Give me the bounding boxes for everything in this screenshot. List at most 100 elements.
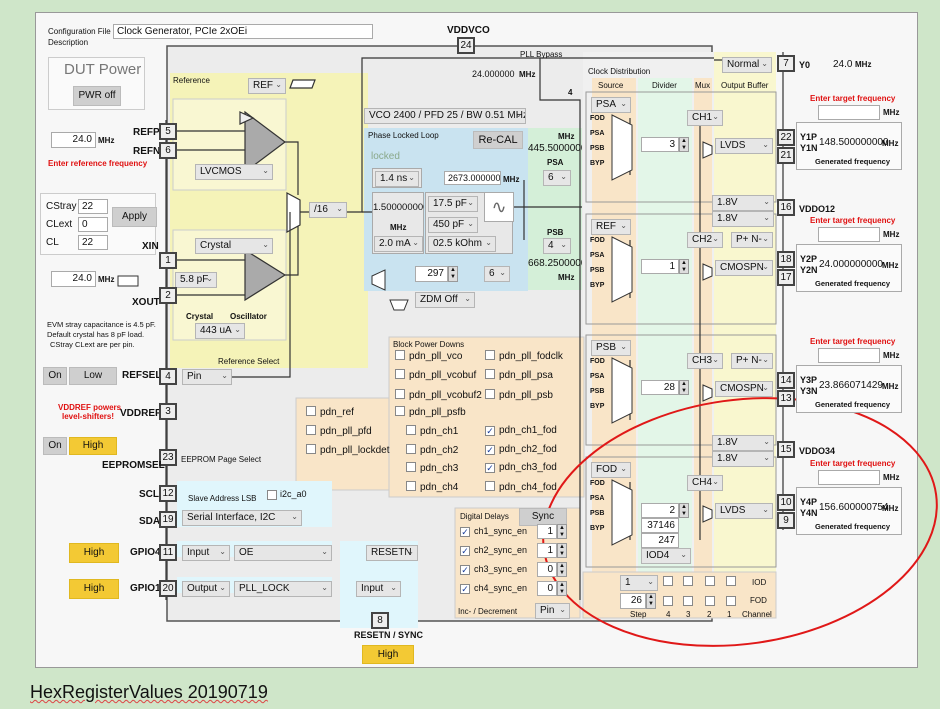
pdn_pll_fodclk-checkbox[interactable] xyxy=(485,350,495,360)
ch3-divider-input[interactable]: 28 xyxy=(641,380,679,395)
vco-config-dropdown[interactable]: VCO 2400 / PFD 25 / BW 0.51 MHz ⌄ xyxy=(364,108,526,124)
feedback-divider-input[interactable]: 297 xyxy=(415,266,448,282)
gpio4-high-button[interactable]: High xyxy=(69,543,119,563)
ch3-target-input[interactable] xyxy=(818,348,880,363)
pdn_ref-checkbox[interactable] xyxy=(306,406,316,416)
power-down-item[interactable]: pdn_ref xyxy=(306,406,354,418)
resetn-direction-dropdown[interactable]: Input ⌄ xyxy=(356,581,401,597)
zdm-dropdown[interactable]: ZDM Off ⌄ xyxy=(415,292,475,308)
ch2-format-dropdown[interactable]: CMOSPN ⌄ xyxy=(715,260,773,276)
refsel-low-button[interactable]: Low xyxy=(69,367,117,385)
ch2-source-dropdown[interactable]: REF ⌄ xyxy=(591,219,631,235)
pdn_ch3-checkbox[interactable] xyxy=(406,462,416,472)
ch4-target-input[interactable] xyxy=(818,470,880,485)
ch4-mux-dropdown[interactable]: CH4 ⌄ xyxy=(687,475,723,491)
pdn_pll_vcobuf-checkbox[interactable] xyxy=(395,369,405,379)
ch4-fod-denominator[interactable]: 247 xyxy=(641,533,679,548)
delay-value-input[interactable]: 1 xyxy=(537,524,557,539)
ref-divider-dropdown[interactable]: /16 ⌄ xyxy=(309,202,347,218)
power-down-item[interactable]: pdn_ch2 xyxy=(406,444,458,456)
c2-dropdown[interactable]: 450 pF ⌄ xyxy=(428,217,478,233)
fod-ch1-checkbox[interactable] xyxy=(726,596,736,606)
crystal-dropdown[interactable]: Crystal ⌄ xyxy=(195,238,273,254)
ch1-divider-input[interactable]: 3 xyxy=(641,137,679,152)
fod-ch2-checkbox[interactable] xyxy=(705,596,715,606)
delay-dropdown[interactable]: 1.4 ns ⌄ xyxy=(375,171,419,187)
pwr-off-button[interactable]: PWR off xyxy=(73,86,121,106)
ch4-iod-dropdown[interactable]: IOD4 ⌄ xyxy=(641,548,691,564)
power-down-item[interactable]: pdn_ch3 xyxy=(406,462,458,474)
power-down-item[interactable]: ✓ pdn_ch2_fod xyxy=(485,444,557,455)
feedback-prescaler-dropdown[interactable]: 6 ⌄ xyxy=(484,266,510,282)
power-down-item[interactable]: pdn_pll_vco xyxy=(395,350,462,362)
input-type-dropdown[interactable]: LVCMOS ⌄ xyxy=(195,164,273,180)
delay-value-input[interactable]: 1 xyxy=(537,543,557,558)
resetn-high-button[interactable]: High xyxy=(362,645,414,664)
iod-ch3-checkbox[interactable] xyxy=(683,576,693,586)
ch4-fod-numerator[interactable]: 37146 xyxy=(641,518,679,533)
config-description-input[interactable]: Clock Generator, PCIe 2xOEi xyxy=(113,24,373,39)
iod-ch2-checkbox[interactable] xyxy=(705,576,715,586)
power-down-item[interactable]: pdn_ch4_fod xyxy=(485,481,557,493)
delay-spinner[interactable]: ▲ ▼ xyxy=(557,524,567,539)
resistor-dropdown[interactable]: 02.5 kOhm ⌄ xyxy=(428,236,496,252)
ch1-format-dropdown[interactable]: LVDS ⌄ xyxy=(715,138,773,154)
eeprom-on-button[interactable]: On xyxy=(43,437,67,455)
ch4-format-dropdown[interactable]: LVDS ⌄ xyxy=(715,503,773,519)
gpio1-direction-dropdown[interactable]: Output ⌄ xyxy=(182,581,230,597)
gpio1-function-dropdown[interactable]: PLL_LOCK ⌄ xyxy=(234,581,332,597)
step-input[interactable]: 26 xyxy=(620,593,646,609)
pdn_ch2_fod-checkbox[interactable]: ✓ xyxy=(485,445,495,455)
ch2-target-input[interactable] xyxy=(818,227,880,242)
delay-value-input[interactable]: 0 xyxy=(537,581,557,596)
apply-button[interactable]: Apply xyxy=(112,207,157,227)
sync-enable-item[interactable]: ✓ ch4_sync_en xyxy=(460,583,527,594)
ch2_sync_en-checkbox[interactable]: ✓ xyxy=(460,546,470,556)
sync-enable-item[interactable]: ✓ ch1_sync_en xyxy=(460,526,527,537)
power-down-item[interactable]: pdn_ch4 xyxy=(406,481,458,493)
power-down-item[interactable]: pdn_pll_vcobuf2 xyxy=(395,389,482,401)
power-down-item[interactable]: ✓ pdn_ch3_fod xyxy=(485,462,557,473)
ch4_sync_en-checkbox[interactable]: ✓ xyxy=(460,584,470,594)
pdn_ch1-checkbox[interactable] xyxy=(406,425,416,435)
power-down-item[interactable]: pdn_pll_psa xyxy=(485,369,553,381)
ch2-mux-dropdown[interactable]: CH2 ⌄ xyxy=(687,232,723,248)
power-down-item[interactable]: pdn_ch1 xyxy=(406,425,458,437)
ch2-divider-spinner[interactable]: ▲ ▼ xyxy=(679,259,689,274)
ch3-source-dropdown[interactable]: PSB ⌄ xyxy=(591,340,631,356)
step-channel-dropdown[interactable]: 1 ⌄ xyxy=(620,575,658,591)
ch1-target-input[interactable] xyxy=(818,105,880,120)
ch4-divider-spinner[interactable]: ▲ ▼ xyxy=(679,503,689,518)
eeprom-high-button[interactable]: High xyxy=(69,437,117,455)
c1-dropdown[interactable]: 17.5 pF ⌄ xyxy=(428,196,478,212)
fod-ch4-checkbox[interactable] xyxy=(663,596,673,606)
refsel-dropdown[interactable]: Pin ⌄ xyxy=(182,369,232,385)
incdec-source-dropdown[interactable]: Pin ⌄ xyxy=(535,603,570,619)
pdn_ch4-checkbox[interactable] xyxy=(406,481,416,491)
pdn_ch2-checkbox[interactable] xyxy=(406,444,416,454)
pdn_ch3_fod-checkbox[interactable]: ✓ xyxy=(485,463,495,473)
ch3-mux-dropdown[interactable]: CH3 ⌄ xyxy=(687,353,723,369)
psa-divider-dropdown[interactable]: 6 ⌄ xyxy=(543,170,571,186)
fod-ch3-checkbox[interactable] xyxy=(683,596,693,606)
sync-enable-item[interactable]: ✓ ch2_sync_en xyxy=(460,545,527,556)
gpio4-function-dropdown[interactable]: OE ⌄ xyxy=(234,545,332,561)
ch4-source-dropdown[interactable]: FOD ⌄ xyxy=(591,462,631,478)
iod-ch1-checkbox[interactable] xyxy=(726,576,736,586)
ch2-polarity-dropdown[interactable]: P+ N- ⌄ xyxy=(731,232,773,248)
vddo12-voltage-dropdown-1[interactable]: 1.8V ⌄ xyxy=(712,195,774,211)
clext-input[interactable]: 0 xyxy=(78,217,108,232)
xtal-freq-input[interactable]: 24.0 xyxy=(51,271,96,287)
ch1-source-dropdown[interactable]: PSA ⌄ xyxy=(591,97,631,113)
osc-current-dropdown[interactable]: 443 uA ⌄ xyxy=(195,323,245,339)
gpio1-high-button[interactable]: High xyxy=(69,579,119,599)
power-down-item[interactable]: pdn_pll_psb xyxy=(485,389,553,401)
gpio4-direction-dropdown[interactable]: Input ⌄ xyxy=(182,545,230,561)
iod-ch4-checkbox[interactable] xyxy=(663,576,673,586)
sync-enable-item[interactable]: ✓ ch3_sync_en xyxy=(460,564,527,575)
power-down-item[interactable]: pdn_pll_fodclk xyxy=(485,350,563,362)
recal-button[interactable]: Re-CAL xyxy=(473,131,523,149)
delay-spinner[interactable]: ▲ ▼ xyxy=(557,581,567,596)
ch3_sync_en-checkbox[interactable]: ✓ xyxy=(460,565,470,575)
pdn_pll_psb-checkbox[interactable] xyxy=(485,389,495,399)
